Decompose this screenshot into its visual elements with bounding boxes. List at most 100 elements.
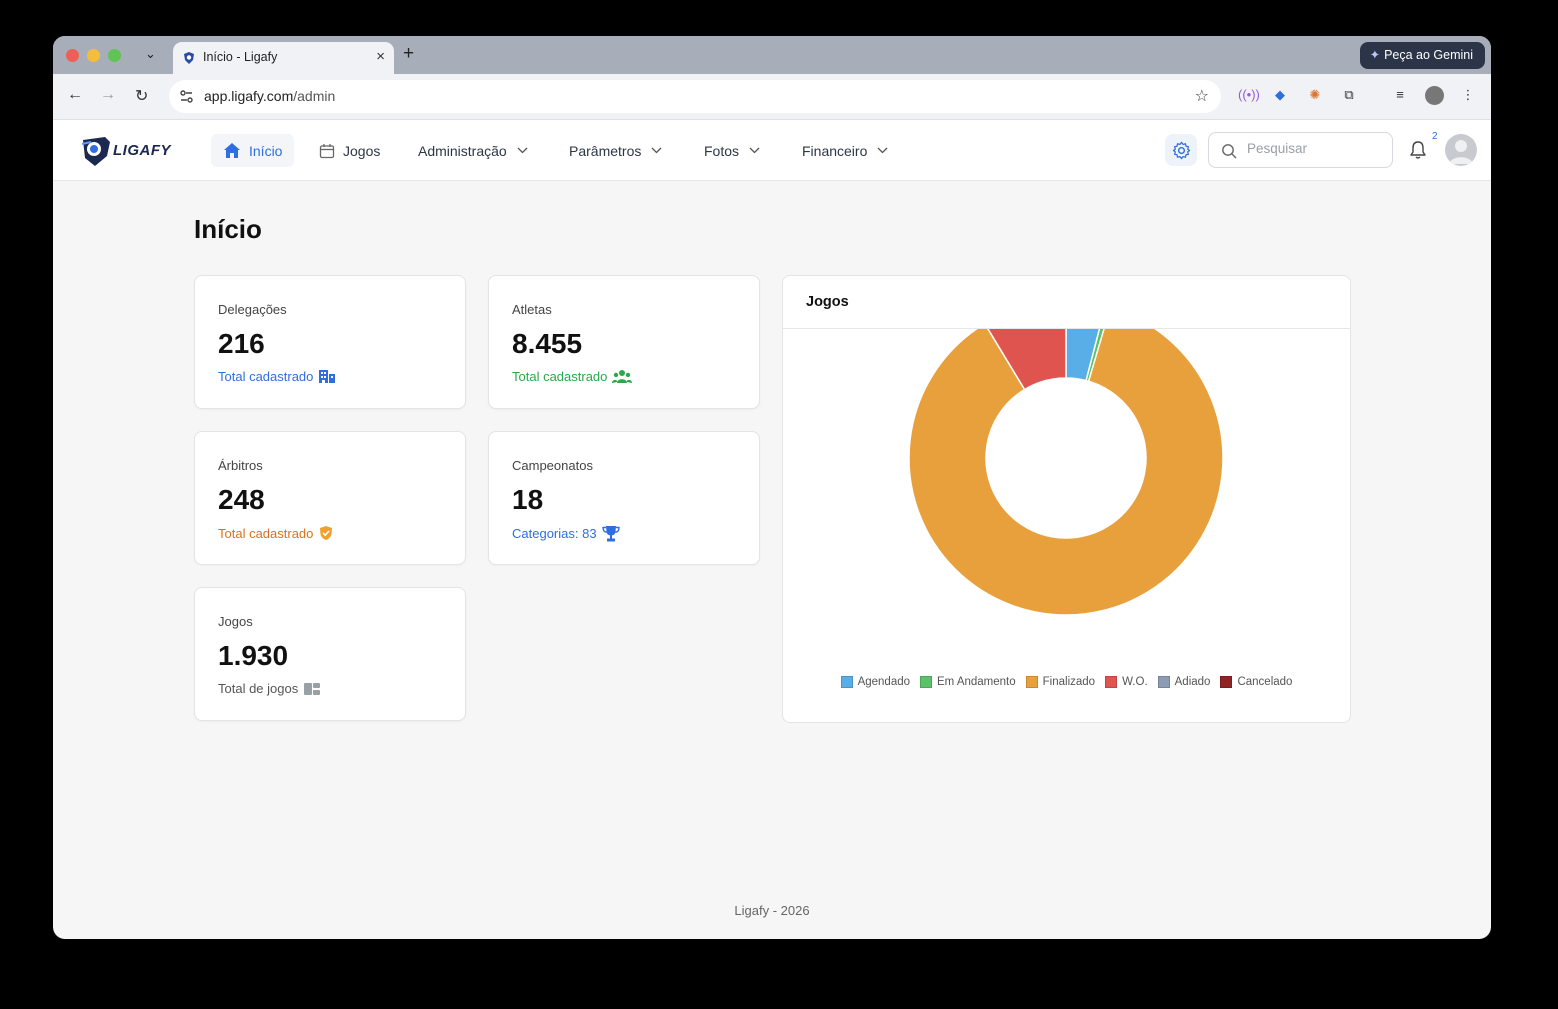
gear-icon: [1172, 141, 1190, 159]
legend-item[interactable]: Cancelado: [1220, 676, 1292, 688]
profile-avatar-icon[interactable]: [1425, 86, 1444, 105]
site-settings-icon[interactable]: [178, 88, 195, 105]
legend-swatch: [1220, 676, 1233, 688]
card-value: 8.455: [512, 328, 583, 359]
stat-card-arbitros: Árbitros 248 Total cadastrado: [194, 431, 466, 565]
card-value: 216: [218, 328, 265, 359]
legend-swatch: [1025, 676, 1038, 688]
chevron-down-icon: [517, 147, 528, 154]
nav-administracao[interactable]: Administração: [406, 134, 548, 167]
gemini-sparkle-icon: ✦: [1369, 48, 1381, 62]
legend-label: Finalizado: [1042, 676, 1096, 688]
nav-financeiro[interactable]: Financeiro: [790, 134, 908, 167]
gemini-button[interactable]: ✦ Peça ao Gemini: [1359, 42, 1485, 69]
extensions-puzzle-icon[interactable]: ⧉: [1340, 87, 1358, 105]
tab-strip: ⌄ Início - Ligafy × + ✦ Peça ao Gemini: [53, 36, 1491, 74]
maximize-window-button[interactable]: [108, 49, 121, 62]
chart-legend: Agendado Em Andamento Finalizado W.O. Adiado…: [783, 676, 1350, 688]
page-title: Início: [194, 214, 262, 244]
card-subtitle-text: Total cadastrado: [218, 525, 314, 541]
settings-button[interactable]: [1165, 134, 1197, 166]
chevron-down-icon: [749, 147, 760, 154]
home-icon: [224, 143, 240, 158]
tab-close-icon[interactable]: ×: [376, 48, 385, 65]
forward-arrow-icon[interactable]: →: [100, 86, 116, 104]
user-avatar[interactable]: [1445, 134, 1477, 166]
gemini-label: Peça ao Gemini: [1384, 48, 1473, 62]
minimize-window-button[interactable]: [87, 49, 100, 62]
nav-jogos[interactable]: Jogos: [307, 134, 392, 167]
card-subtitle-text: Total cadastrado: [512, 369, 608, 384]
user-avatar-icon: [1449, 140, 1473, 164]
chevron-down-icon: [877, 147, 888, 154]
bell-icon[interactable]: [1409, 140, 1427, 160]
url-text: app.ligafy.com/admin: [204, 88, 335, 104]
new-tab-button[interactable]: +: [403, 43, 414, 65]
legend-item[interactable]: Em Andamento: [920, 676, 1016, 688]
browser-tab[interactable]: Início - Ligafy ×: [173, 42, 394, 74]
nav-fotos[interactable]: Fotos: [692, 134, 780, 167]
url-path: /admin: [293, 88, 336, 104]
building-icon: [319, 370, 336, 383]
card-subtitle-text: Total cadastrado: [218, 369, 314, 384]
card-subtitle-text: Total de jogos: [218, 681, 299, 696]
legend-label: Adiado: [1174, 676, 1211, 688]
legend-item[interactable]: W.O.: [1105, 676, 1148, 688]
legend-swatch: [1157, 676, 1170, 688]
legend-item[interactable]: Finalizado: [1025, 676, 1096, 688]
legend-item[interactable]: Adiado: [1157, 676, 1211, 688]
nav-parametros-label: Parâmetros: [569, 142, 642, 159]
tab-search-chevron-icon[interactable]: ⌄: [145, 46, 156, 62]
card-subtitle: Categorias: 83: [512, 525, 620, 542]
stat-card-delegacoes: Delegações 216 Total cadastrado: [194, 275, 466, 409]
stat-card-campeonatos: Campeonatos 18 Categorias: 83: [488, 431, 760, 565]
notification-badge: 2: [1432, 131, 1438, 142]
legend-label: Em Andamento: [937, 676, 1016, 688]
legend-item[interactable]: Agendado: [840, 676, 910, 688]
chevron-down-icon: [651, 147, 662, 154]
ligafy-logo-icon[interactable]: [79, 134, 113, 168]
nav-financeiro-label: Financeiro: [802, 142, 868, 159]
legend-label: Cancelado: [1237, 676, 1293, 688]
games-chart-card: Jogos Agendado Em Andamento Finalizado W.O.…: [782, 275, 1351, 723]
card-value: 18: [512, 484, 544, 515]
card-value: 248: [218, 484, 265, 515]
card-subtitle: Total de jogos: [218, 681, 321, 696]
browser-menu-icon[interactable]: ⋮: [1459, 87, 1477, 105]
search-box: [1208, 132, 1393, 168]
page-footer: Ligafy - 2026: [734, 903, 810, 918]
card-subtitle: Total cadastrado: [218, 369, 336, 384]
back-arrow-icon[interactable]: ←: [67, 86, 83, 104]
legend-label: W.O.: [1122, 676, 1148, 688]
stat-card-atletas: Atletas 8.455 Total cadastrado: [488, 275, 760, 409]
shield-check-icon: [320, 526, 333, 540]
chart-header: Jogos: [783, 276, 1350, 329]
legend-swatch: [920, 676, 933, 688]
reading-list-icon[interactable]: ≡: [1391, 87, 1409, 105]
card-subtitle-text: Categorias: 83: [512, 526, 597, 541]
nav-inicio-label: Início: [249, 142, 283, 159]
nav-inicio[interactable]: Início: [211, 134, 295, 167]
calendar-icon: [319, 143, 335, 158]
nav-administracao-label: Administração: [418, 142, 507, 159]
nav-fotos-label: Fotos: [704, 142, 740, 159]
games-donut-chart: [908, 329, 1224, 616]
search-input[interactable]: [1247, 141, 1387, 156]
legend-swatch: [840, 676, 853, 688]
games-icon: [304, 682, 321, 695]
extension-sun-icon[interactable]: ✺: [1306, 87, 1324, 105]
card-label: Delegações: [218, 302, 287, 317]
ligafy-favicon-icon: [184, 52, 194, 64]
card-label: Atletas: [512, 302, 552, 317]
reload-icon[interactable]: ↻: [135, 86, 148, 106]
extension-tag-icon[interactable]: ◆: [1271, 87, 1289, 105]
search-icon: [1222, 144, 1237, 159]
extension-broadcast-icon[interactable]: ((•)): [1238, 87, 1260, 105]
chart-title: Jogos: [806, 294, 849, 310]
address-bar[interactable]: app.ligafy.com/admin ☆: [169, 80, 1221, 113]
close-window-button[interactable]: [66, 49, 79, 62]
browser-window: ⌄ Início - Ligafy × + ✦ Peça ao Gemini ← …: [53, 36, 1491, 939]
nav-parametros[interactable]: Parâmetros: [557, 134, 682, 167]
bookmark-star-icon[interactable]: ☆: [1195, 86, 1209, 106]
card-label: Jogos: [218, 614, 253, 629]
